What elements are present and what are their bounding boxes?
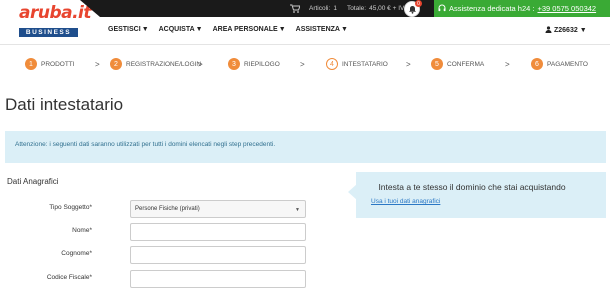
nome-input[interactable] xyxy=(130,223,306,241)
step-number: 5 xyxy=(431,58,443,70)
step-label: CONFERMA xyxy=(447,60,485,68)
form-row-tipo-soggetto: Tipo Soggetto* Persone Fisiche (privati)… xyxy=(0,200,320,218)
cart-summary[interactable]: Articoli: 1 Totale: 45,00 € + IVA xyxy=(290,0,408,17)
user-icon xyxy=(545,26,552,35)
logo-business-label: BUSINESS xyxy=(19,28,78,37)
step-intestatario: 4 INTESTATARIO xyxy=(326,58,388,70)
page-title: Dati intestatario xyxy=(5,95,124,114)
step-arrow-icon: > xyxy=(198,60,203,69)
step-label: REGISTRAZIONE/LOGIN xyxy=(126,60,202,68)
cart-total-label: Totale: xyxy=(346,5,367,12)
logo[interactable]: aruba.it BUSINESS xyxy=(0,0,100,40)
assistance-bar[interactable]: Assistenza dedicata h24 : +39 0575 05034… xyxy=(434,0,610,17)
step-number: 1 xyxy=(25,58,37,70)
notification-badge: 0 xyxy=(415,0,422,7)
step-arrow-icon: > xyxy=(95,60,100,69)
user-menu[interactable]: Z26632 ▼ xyxy=(545,26,587,35)
step-registrazione-login[interactable]: 2 REGISTRAZIONE/LOGIN xyxy=(110,58,201,70)
nav-item-label: ACQUISTA xyxy=(158,26,195,33)
checkout-steps: 1 PRODOTTI > 2 REGISTRAZIONE/LOGIN > 3 R… xyxy=(0,56,610,74)
step-number: 4 xyxy=(326,58,338,70)
nav-item-assistenza[interactable]: ASSISTENZA ▼ xyxy=(296,26,348,33)
codice-fiscale-input[interactable] xyxy=(130,270,306,288)
field-label: Nome* xyxy=(72,227,92,234)
nav-item-label: AREA PERSONALE xyxy=(212,26,278,33)
side-panel-pointer xyxy=(348,184,357,200)
caret-down-icon: ▼ xyxy=(141,26,149,33)
section-title: Dati Anagrafici xyxy=(7,177,59,186)
nav-item-label: ASSISTENZA xyxy=(295,26,340,33)
user-id: Z26632 xyxy=(554,27,578,34)
step-number: 2 xyxy=(110,58,122,70)
step-riepilogo[interactable]: 3 RIEPILOGO xyxy=(228,58,280,70)
step-label: INTESTATARIO xyxy=(342,60,388,68)
nav-item-area-personale[interactable]: AREA PERSONALE ▼ xyxy=(213,26,286,33)
select-value: Persone Fisiche (privati) xyxy=(135,206,200,212)
nav-item-acquista[interactable]: ACQUISTA ▼ xyxy=(159,26,203,33)
notice-box: Attenzione: i seguenti dati saranno util… xyxy=(5,131,606,163)
cognome-input[interactable] xyxy=(130,246,306,264)
form-row-nome: Nome* xyxy=(0,223,320,241)
caret-down-icon: ▼ xyxy=(579,27,587,34)
headset-icon xyxy=(438,4,446,14)
step-pagamento: 6 PAGAMENTO xyxy=(531,58,588,70)
cart-items-count: 1 xyxy=(333,5,337,12)
caret-down-icon: ▼ xyxy=(278,26,286,33)
step-number: 3 xyxy=(228,58,240,70)
nav-item-label: GESTISCI xyxy=(108,26,141,33)
tipo-soggetto-select[interactable]: Persone Fisiche (privati) ▼ xyxy=(130,200,306,218)
caret-down-icon: ▼ xyxy=(340,26,348,33)
step-label: RIEPILOGO xyxy=(244,60,280,68)
step-arrow-icon: > xyxy=(300,60,305,69)
step-arrow-icon: > xyxy=(505,60,510,69)
cart-items-label: Articoli: xyxy=(309,5,331,12)
step-prodotti[interactable]: 1 PRODOTTI xyxy=(25,58,75,70)
side-panel-title: Intesta a te stesso il dominio che stai … xyxy=(378,182,566,192)
step-label: PRODOTTI xyxy=(41,60,75,68)
form-row-cognome: Cognome* xyxy=(0,246,320,264)
side-panel xyxy=(356,172,606,218)
field-label: Cognome* xyxy=(61,250,92,257)
step-number: 6 xyxy=(531,58,543,70)
logo-brand: aruba.it xyxy=(19,3,92,23)
field-label: Tipo Soggetto* xyxy=(49,204,92,211)
field-label: Codice Fiscale* xyxy=(46,274,92,281)
caret-down-icon: ▼ xyxy=(195,26,203,33)
step-label: PAGAMENTO xyxy=(547,60,588,68)
caret-down-icon: ▼ xyxy=(295,207,300,213)
step-conferma: 5 CONFERMA xyxy=(431,58,484,70)
assistance-phone-link[interactable]: +39 0575 050342 xyxy=(537,4,596,13)
nav-item-gestisci[interactable]: GESTISCI ▼ xyxy=(108,26,149,33)
notifications[interactable]: 0 xyxy=(402,0,422,17)
main-nav: GESTISCI ▼ ACQUISTA ▼ AREA PERSONALE ▼ ASSI… xyxy=(108,26,348,33)
cart-icon xyxy=(290,4,301,13)
nav-divider xyxy=(0,44,610,45)
step-arrow-icon: > xyxy=(406,60,411,69)
assistance-text: Assistenza dedicata h24 : xyxy=(449,4,535,13)
form-row-codice-fiscale: Codice Fiscale* xyxy=(0,270,320,288)
use-my-data-link[interactable]: Usa i tuoi dati anagrafici xyxy=(371,198,440,205)
